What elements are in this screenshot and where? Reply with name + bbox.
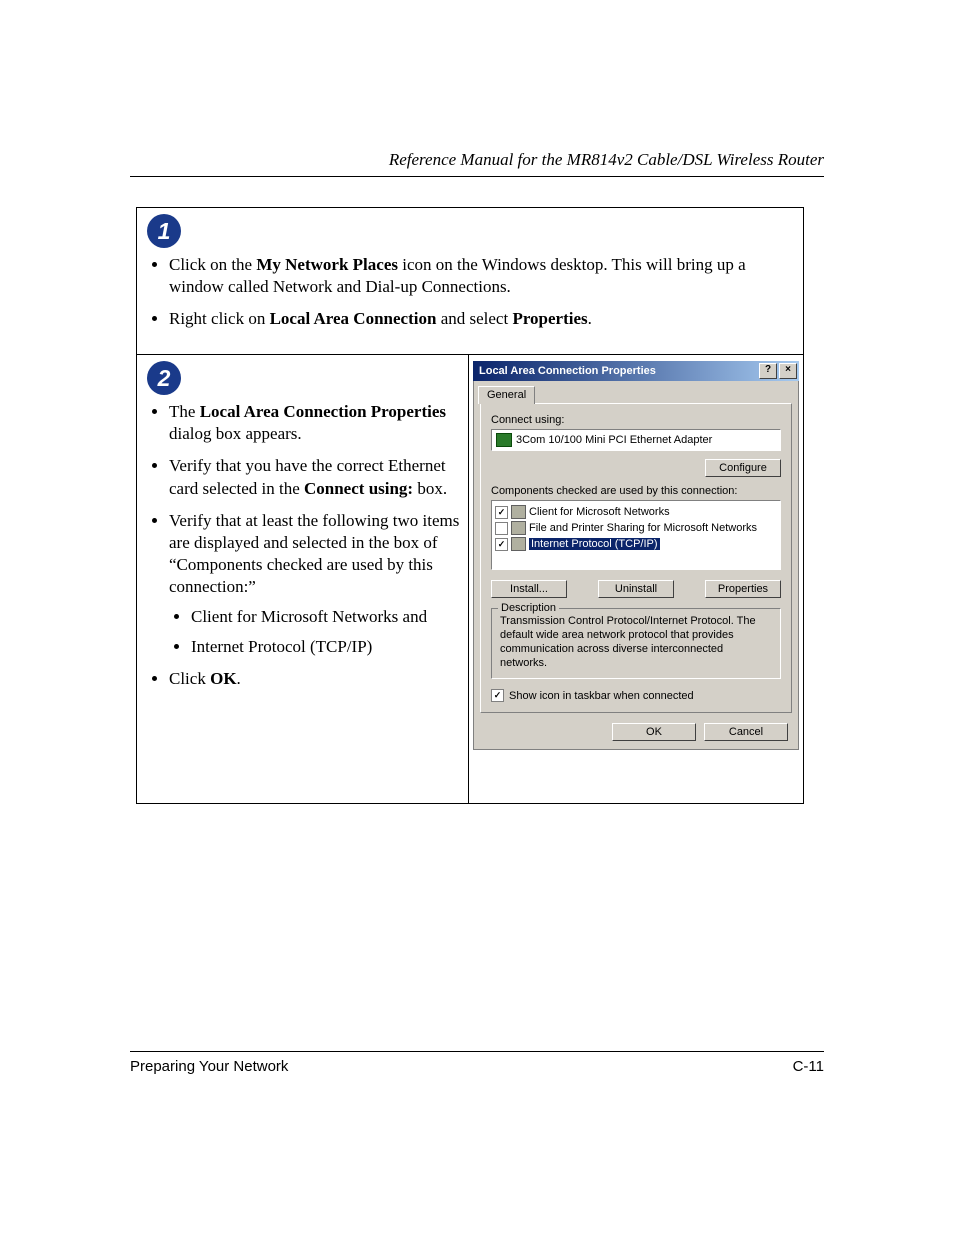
footer-page: C-11 [793,1058,824,1075]
step-1-list: Click on the My Network Places icon on t… [169,254,797,330]
header-rule [130,176,824,177]
step-2-sublist: Client for Microsoft Networks and Intern… [191,606,462,658]
step-2-item-3: Verify that at least the following two i… [169,510,462,659]
show-taskbar-row[interactable]: Show icon in taskbar when connected [491,689,781,702]
dialog-button-row: OK Cancel [474,723,788,741]
step-2-text-cell: 2 The Local Area Connection Properties d… [137,355,469,803]
step-2-list: The Local Area Connection Properties dia… [169,401,462,690]
client-icon [511,505,526,519]
tab-strip: General [474,385,798,403]
step-1-badge: 1 [147,214,181,248]
step-2-item-4: Click OK. [169,668,462,690]
component-tcpip[interactable]: Internet Protocol (TCP/IP) [495,536,777,552]
step-2-item-2: Verify that you have the correct Etherne… [169,455,462,499]
close-button[interactable]: × [779,363,797,379]
step-2-sub-1: Client for Microsoft Networks and [191,606,462,628]
properties-dialog: Local Area Connection Properties ? × Gen… [473,361,799,750]
checkbox-fileshare[interactable] [495,522,508,535]
tab-panel-general: Connect using: 3Com 10/100 Mini PCI Ethe… [480,403,792,713]
tab-general[interactable]: General [478,386,535,404]
configure-button[interactable]: Configure [705,459,781,477]
checkbox-show-taskbar[interactable] [491,689,504,702]
step-1-item-1: Click on the My Network Places icon on t… [169,254,797,298]
step-2-badge: 2 [147,361,181,395]
step-2-screenshot-cell: Local Area Connection Properties ? × Gen… [469,355,803,803]
component-button-row: Install... Uninstall Properties [491,580,781,598]
adapter-field[interactable]: 3Com 10/100 Mini PCI Ethernet Adapter [491,429,781,451]
properties-button[interactable]: Properties [705,580,781,598]
step-2-sub-2: Internet Protocol (TCP/IP) [191,636,462,658]
fileshare-icon [511,521,526,535]
step-2-row: 2 The Local Area Connection Properties d… [137,355,803,803]
adapter-name: 3Com 10/100 Mini PCI Ethernet Adapter [516,434,712,446]
show-taskbar-label: Show icon in taskbar when connected [509,690,694,702]
component-client[interactable]: Client for Microsoft Networks [495,504,777,520]
tcpip-icon [511,537,526,551]
dialog-titlebar[interactable]: Local Area Connection Properties ? × [473,361,799,381]
step-1-item-2: Right click on Local Area Connection and… [169,308,797,330]
step-1-cell: 1 Click on the My Network Places icon on… [137,208,803,355]
description-legend: Description [498,602,559,614]
description-text: Transmission Control Protocol/Internet P… [500,615,772,670]
checkbox-client[interactable] [495,506,508,519]
footer-rule [130,1051,824,1052]
document-page: Reference Manual for the MR814v2 Cable/D… [0,0,954,1235]
step-2-item-1: The Local Area Connection Properties dia… [169,401,462,445]
checkbox-tcpip[interactable] [495,538,508,551]
page-footer: Preparing Your Network C-11 [130,1051,824,1075]
dialog-body: General Connect using: 3Com 10/100 Mini … [473,381,799,750]
instruction-table: 1 Click on the My Network Places icon on… [136,207,804,804]
ok-button[interactable]: OK [612,723,696,741]
running-header: Reference Manual for the MR814v2 Cable/D… [130,150,824,170]
components-label: Components checked are used by this conn… [491,485,781,497]
component-fileshare[interactable]: File and Printer Sharing for Microsoft N… [495,520,777,536]
description-group: Description Transmission Control Protoco… [491,608,781,679]
help-button[interactable]: ? [759,363,777,379]
connect-using-label: Connect using: [491,414,781,426]
dialog-title: Local Area Connection Properties [479,365,656,377]
cancel-button[interactable]: Cancel [704,723,788,741]
install-button[interactable]: Install... [491,580,567,598]
uninstall-button[interactable]: Uninstall [598,580,674,598]
nic-icon [496,433,512,447]
footer-section: Preparing Your Network [130,1058,288,1075]
components-list[interactable]: Client for Microsoft Networks File and P… [491,500,781,570]
